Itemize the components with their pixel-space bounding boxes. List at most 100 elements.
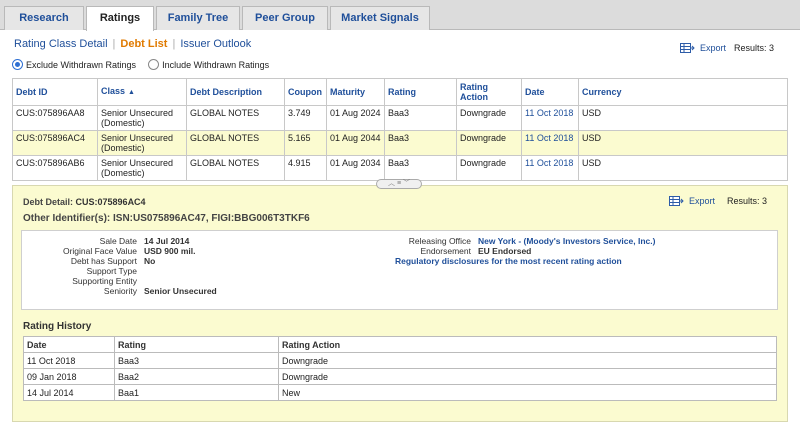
- history-action: Downgrade: [278, 352, 777, 369]
- cell-rating-action: Downgrade: [456, 105, 522, 131]
- cell-rating-action: Downgrade: [456, 155, 522, 181]
- table-row[interactable]: CUS:075896AA8 Senior Unsecured (Domestic…: [12, 105, 788, 131]
- tab-research[interactable]: Research: [4, 6, 84, 30]
- history-date: 14 Jul 2014: [23, 384, 115, 401]
- history-rating: Baa2: [114, 368, 279, 385]
- subtab-debt-list[interactable]: Debt List: [120, 38, 167, 50]
- tab-family-tree[interactable]: Family Tree: [156, 6, 240, 30]
- face-value-label: Original Face Value: [62, 246, 137, 256]
- cell-currency: USD: [578, 155, 788, 181]
- subtab-separator: |: [112, 38, 116, 50]
- header-rating[interactable]: Rating: [384, 78, 457, 106]
- regulatory-disclosures-link[interactable]: Regulatory disclosures for the most rece…: [395, 256, 622, 266]
- main-tab-bar: Research Ratings Family Tree Peer Group …: [0, 0, 800, 31]
- history-date: 09 Jan 2018: [23, 368, 115, 385]
- history-row: 11 Oct 2018 Baa3 Downgrade: [23, 352, 777, 369]
- tab-peer-group[interactable]: Peer Group: [242, 6, 328, 30]
- sort-ascending-icon: ▲: [128, 89, 135, 96]
- header-currency[interactable]: Currency: [578, 78, 788, 106]
- table-row-selected[interactable]: CUS:075896AC4 Senior Unsecured (Domestic…: [12, 130, 788, 156]
- sub-tab-bar: Rating Class Detail | Debt List | Issuer Out…: [14, 38, 251, 50]
- export-button[interactable]: Export: [680, 43, 726, 53]
- debt-detail-title: Debt Detail: CUS:075896AC4: [23, 197, 146, 207]
- has-support-value: No: [144, 256, 156, 266]
- seniority-value: Senior Unsecured: [144, 286, 217, 296]
- debt-detail-label: Debt Detail:: [23, 197, 74, 207]
- header-class-label: Class: [101, 86, 126, 96]
- panel-splitter-handle[interactable]: ︿ ≡ ﹀: [376, 179, 422, 189]
- cell-class: Senior Unsecured (Domestic): [97, 105, 187, 131]
- expand-chevron-icon: ﹀: [403, 180, 410, 187]
- cell-coupon: 4.915: [284, 155, 327, 181]
- rating-history-table: Date Rating Rating Action 11 Oct 2018 Ba…: [23, 336, 777, 401]
- history-rating: Baa3: [114, 352, 279, 369]
- header-rating-action[interactable]: Rating Action: [456, 78, 522, 106]
- releasing-office-link[interactable]: New York - (Moody's Investors Service, I…: [478, 236, 655, 246]
- withdrawn-filter: Exclude Withdrawn Ratings Include Withdr…: [12, 59, 281, 70]
- header-coupon[interactable]: Coupon: [284, 78, 327, 106]
- cell-rating: Baa3: [384, 130, 457, 156]
- face-value-value: USD 900 mil.: [144, 246, 196, 256]
- cell-debt-id: CUS:075896AA8: [12, 105, 98, 131]
- cell-currency: USD: [578, 130, 788, 156]
- support-type-label: Support Type: [86, 266, 137, 276]
- header-maturity[interactable]: Maturity: [326, 78, 385, 106]
- cell-description: GLOBAL NOTES: [186, 155, 285, 181]
- tab-ratings[interactable]: Ratings: [86, 6, 154, 31]
- history-header-row: Date Rating Rating Action: [23, 336, 777, 353]
- header-debt-id[interactable]: Debt ID: [12, 78, 98, 106]
- history-row: 09 Jan 2018 Baa2 Downgrade: [23, 368, 777, 385]
- cell-description: GLOBAL NOTES: [186, 105, 285, 131]
- table-row[interactable]: CUS:075896AB6 Senior Unsecured (Domestic…: [12, 155, 788, 181]
- cell-maturity: 01 Aug 2034: [326, 155, 385, 181]
- cell-currency: USD: [578, 105, 788, 131]
- cell-description: GLOBAL NOTES: [186, 130, 285, 156]
- cell-maturity: 01 Aug 2024: [326, 105, 385, 131]
- table-header-row: Debt ID Class ▲ Debt Description Coupon M…: [12, 78, 788, 106]
- seniority-label: Seniority: [103, 286, 137, 296]
- cell-rating-action: Downgrade: [456, 130, 522, 156]
- include-withdrawn-radio[interactable]: Include Withdrawn Ratings: [148, 59, 269, 70]
- history-row: 14 Jul 2014 Baa1 New: [23, 384, 777, 401]
- cell-coupon: 3.749: [284, 105, 327, 131]
- include-withdrawn-label: Include Withdrawn Ratings: [162, 59, 270, 70]
- subtab-rating-class-detail[interactable]: Rating Class Detail: [14, 38, 108, 50]
- history-action: New: [278, 384, 777, 401]
- cell-date-link[interactable]: 11 Oct 2018: [521, 105, 579, 131]
- export-table-icon: [680, 43, 695, 53]
- sale-date-label: Sale Date: [99, 236, 137, 246]
- history-header-action: Rating Action: [278, 336, 777, 353]
- header-class[interactable]: Class ▲: [97, 78, 187, 106]
- debt-info-box: Sale Date 14 Jul 2014 Original Face Valu…: [21, 230, 778, 310]
- tab-market-signals[interactable]: Market Signals: [330, 6, 430, 30]
- detail-export-button[interactable]: Export: [669, 196, 715, 206]
- rating-history-title: Rating History: [23, 321, 92, 332]
- history-header-date: Date: [23, 336, 115, 353]
- cell-debt-id: CUS:075896AC4: [12, 130, 98, 156]
- cell-coupon: 5.165: [284, 130, 327, 156]
- results-count: Results: 3: [734, 43, 775, 53]
- debt-detail-id: CUS:075896AC4: [75, 197, 146, 207]
- subtab-separator: |: [172, 38, 176, 50]
- collapse-chevron-icon: ︿: [388, 180, 395, 187]
- drag-grip-icon: ≡: [396, 180, 402, 187]
- sale-date-value: 14 Jul 2014: [144, 236, 190, 246]
- detail-export-label: Export: [689, 196, 716, 206]
- exclude-withdrawn-radio[interactable]: Exclude Withdrawn Ratings: [12, 59, 136, 70]
- header-date[interactable]: Date: [521, 78, 579, 106]
- supporting-entity-label: Supporting Entity: [72, 276, 137, 286]
- radio-unselected-icon: [148, 59, 160, 70]
- detail-results-count: Results: 3: [727, 196, 768, 206]
- history-action: Downgrade: [278, 368, 777, 385]
- has-support-label: Debt has Support: [70, 256, 137, 266]
- releasing-office-label: Releasing Office: [408, 236, 471, 246]
- history-date: 11 Oct 2018: [23, 352, 115, 369]
- export-table-icon: [669, 196, 684, 206]
- header-debt-description[interactable]: Debt Description: [186, 78, 285, 106]
- history-header-rating: Rating: [114, 336, 279, 353]
- cell-date-link[interactable]: 11 Oct 2018: [521, 130, 579, 156]
- subtab-issuer-outlook[interactable]: Issuer Outlook: [180, 38, 251, 50]
- cell-rating: Baa3: [384, 155, 457, 181]
- cell-date-link[interactable]: 11 Oct 2018: [521, 155, 579, 181]
- cell-debt-id: CUS:075896AB6: [12, 155, 98, 181]
